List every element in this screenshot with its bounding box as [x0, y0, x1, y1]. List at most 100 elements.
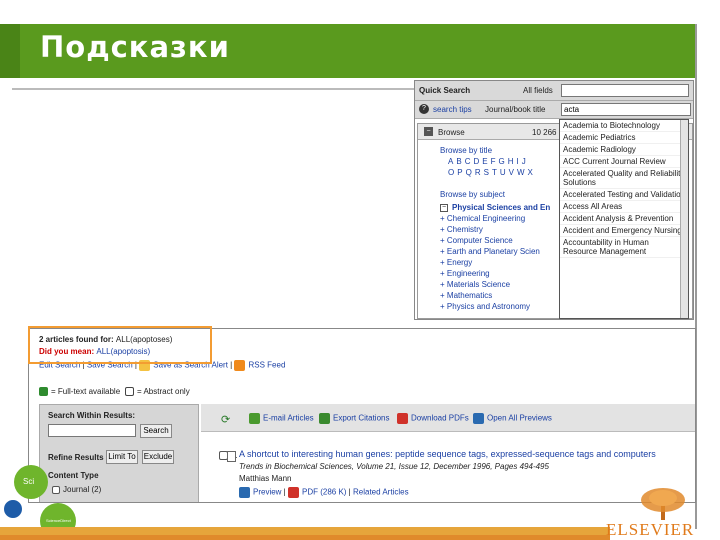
- full-text-label: = Full-text available: [51, 387, 121, 396]
- collapse-subject-icon[interactable]: −: [440, 204, 448, 212]
- letter-link[interactable]: P: [457, 168, 462, 177]
- subject-item[interactable]: + Energy: [440, 258, 472, 267]
- exclude-button[interactable]: Exclude: [142, 450, 174, 464]
- subject-item[interactable]: + Engineering: [440, 269, 490, 278]
- letters-row-2: OPQRSTUVWX: [448, 168, 536, 177]
- download-pdfs[interactable]: Download PDFs: [397, 413, 469, 424]
- subject-item[interactable]: + Chemical Engineering: [440, 214, 525, 223]
- browse-by-title-link[interactable]: Browse by title: [440, 146, 492, 155]
- elsevier-logo: ELSEVIER: [606, 520, 695, 539]
- journal-filter[interactable]: Journal (2): [52, 485, 101, 494]
- subject-label[interactable]: Materials Science: [447, 280, 510, 289]
- letter-link[interactable]: E: [482, 157, 487, 166]
- pdf-icon: [397, 413, 408, 424]
- search-tips-link[interactable]: search tips: [433, 105, 472, 114]
- letter-link[interactable]: U: [500, 168, 506, 177]
- suggestion-item[interactable]: Academic Pediatrics: [560, 132, 688, 144]
- suggestion-item[interactable]: Accident Analysis & Prevention: [560, 213, 688, 225]
- full-text-icon: [39, 387, 48, 397]
- subject-item[interactable]: + Mathematics: [440, 291, 492, 300]
- letter-link[interactable]: F: [491, 157, 496, 166]
- subject-label[interactable]: Computer Science: [447, 236, 513, 245]
- help-icon[interactable]: ?: [419, 104, 429, 114]
- limit-to-button[interactable]: Limit To: [106, 450, 138, 464]
- letter-link[interactable]: Q: [466, 168, 472, 177]
- search-within-button[interactable]: Search: [140, 424, 172, 438]
- journal-title-input[interactable]: acta: [561, 103, 691, 116]
- slide-title: Подсказки: [40, 30, 230, 64]
- letter-link[interactable]: S: [484, 168, 489, 177]
- elsevier-tree-logo: [641, 488, 685, 520]
- suggestion-item[interactable]: ACC Current Journal Review: [560, 156, 688, 168]
- export-citations-label[interactable]: Export Citations: [333, 414, 389, 423]
- letter-link[interactable]: C: [465, 157, 471, 166]
- dropdown-scrollbar[interactable]: [680, 120, 688, 318]
- subject-item[interactable]: + Earth and Planetary Scien: [440, 247, 540, 256]
- abstract-label: = Abstract only: [137, 387, 190, 396]
- autocomplete-dropdown: Academia to Biotechnology Academic Pedia…: [559, 119, 689, 319]
- abstract-icon: [125, 387, 134, 397]
- letter-link[interactable]: R: [475, 168, 481, 177]
- preview-icon: [239, 487, 250, 498]
- journal-filter-label[interactable]: Journal (2): [63, 485, 101, 494]
- subject-label[interactable]: Chemistry: [447, 225, 483, 234]
- suggestion-item[interactable]: Accelerated Testing and Validation: [560, 189, 688, 201]
- preview-link[interactable]: Preview: [253, 488, 281, 497]
- suggestion-item[interactable]: Accountability in Human Resource Managem…: [560, 237, 688, 258]
- letter-link[interactable]: A: [448, 157, 453, 166]
- suggestion-item[interactable]: Academic Radiology: [560, 144, 688, 156]
- letter-link[interactable]: I: [517, 157, 519, 166]
- suggestion-item[interactable]: Accident and Emergency Nursing: [560, 225, 688, 237]
- all-fields-input[interactable]: [561, 84, 689, 97]
- article-title-link[interactable]: A shortcut to interesting human genes: p…: [239, 449, 656, 459]
- subject-label[interactable]: Physics and Astronomy: [447, 302, 530, 311]
- email-articles[interactable]: E-mail Articles: [249, 413, 314, 424]
- journal-checkbox[interactable]: [52, 485, 60, 494]
- suggestion-item[interactable]: Academia to Biotechnology: [560, 120, 688, 132]
- letter-link[interactable]: W: [517, 168, 525, 177]
- subject-label[interactable]: Energy: [447, 258, 472, 267]
- subject-label[interactable]: Mathematics: [447, 291, 492, 300]
- suggestion-item[interactable]: Access All Areas: [560, 201, 688, 213]
- letter-link[interactable]: B: [456, 157, 461, 166]
- download-pdfs-label[interactable]: Download PDFs: [411, 414, 469, 423]
- journal-title-label: Journal/book title: [485, 105, 546, 114]
- search-within-input[interactable]: [48, 424, 136, 437]
- article-actions: Preview | PDF (286 K) | Related Articles: [239, 487, 409, 498]
- letter-link[interactable]: D: [473, 157, 479, 166]
- search-within-label: Search Within Results:: [48, 411, 136, 420]
- subject-item[interactable]: + Chemistry: [440, 225, 483, 234]
- quick-search-title: Quick Search: [419, 86, 471, 95]
- subject-item[interactable]: + Physics and Astronomy: [440, 302, 530, 311]
- letter-link[interactable]: V: [509, 168, 514, 177]
- letter-link[interactable]: H: [508, 157, 514, 166]
- export-citations[interactable]: Export Citations: [319, 413, 389, 424]
- sciencedirect-badge-label: ScienceDirect: [46, 518, 71, 523]
- letter-link[interactable]: X: [528, 168, 533, 177]
- collapse-icon[interactable]: −: [424, 127, 433, 136]
- subject-label[interactable]: Earth and Planetary Scien: [447, 247, 540, 256]
- subject-item[interactable]: + Computer Science: [440, 236, 513, 245]
- letter-link[interactable]: J: [522, 157, 526, 166]
- letter-link[interactable]: G: [498, 157, 504, 166]
- letter-link[interactable]: T: [492, 168, 497, 177]
- subject-label[interactable]: Chemical Engineering: [447, 214, 525, 223]
- open-all-previews[interactable]: Open All Previews: [473, 413, 552, 424]
- pdf-link[interactable]: PDF (286 K): [302, 488, 346, 497]
- browse-count: 10 266: [532, 128, 557, 137]
- subject-label[interactable]: Engineering: [447, 269, 490, 278]
- suggestion-item[interactable]: Accelerated Quality and Reliability Solu…: [560, 168, 688, 189]
- sci-badge: Sci: [14, 465, 48, 499]
- subject-item[interactable]: + Materials Science: [440, 280, 510, 289]
- letter-link[interactable]: O: [448, 168, 454, 177]
- refresh-icon[interactable]: ⟳: [221, 413, 230, 426]
- slide-header: Подсказки: [0, 24, 695, 78]
- rss-feed-link[interactable]: RSS Feed: [248, 361, 285, 370]
- open-all-previews-label[interactable]: Open All Previews: [487, 414, 552, 423]
- refine-panel: Search Within Results: Search Refine Res…: [39, 404, 199, 502]
- related-articles-link[interactable]: Related Articles: [353, 488, 409, 497]
- physical-sciences-link[interactable]: Physical Sciences and En: [452, 203, 550, 212]
- abstract-only-icon: [227, 451, 236, 462]
- browse-by-subject-link[interactable]: Browse by subject: [440, 190, 505, 199]
- email-articles-label[interactable]: E-mail Articles: [263, 414, 314, 423]
